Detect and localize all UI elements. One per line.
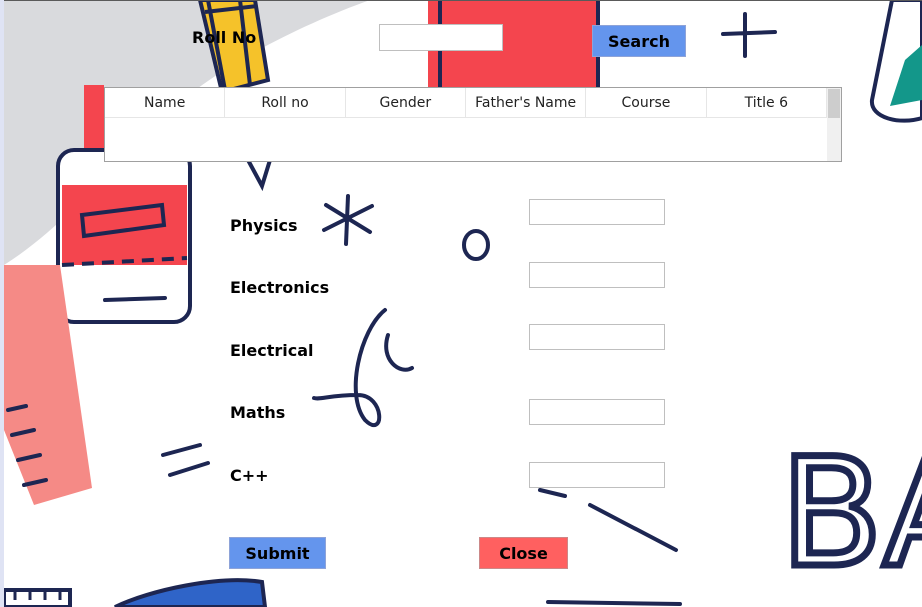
bottom-line-shape [546,600,682,606]
red-strip-shape [84,85,104,148]
physics-marks-input[interactable] [529,199,665,225]
plus-shape [721,12,777,58]
curl-shape [312,308,414,428]
decor-letters: BA [780,427,922,601]
electronics-marks-input[interactable] [529,262,665,288]
grid-vertical-scrollbar[interactable] [827,88,841,161]
close-button[interactable]: Close [479,537,568,569]
column-header-title-6[interactable]: Title 6 [706,88,827,118]
triangle-squiggle-shape [246,158,272,192]
column-header-fathers-name[interactable]: Father's Name [465,88,587,118]
asterisk-shape [322,194,374,246]
scrollbar-thumb[interactable] [828,89,840,118]
column-header-gender[interactable]: Gender [345,88,466,118]
maths-label: Maths [230,403,286,422]
bottle-shape [56,148,192,324]
electrical-marks-input[interactable] [529,324,665,350]
bottom-blue-shape [114,578,268,607]
cpp-marks-input[interactable] [529,462,665,488]
electrical-label: Electrical [230,341,314,360]
electronics-label: Electronics [230,278,330,297]
cpp-label: C++ [230,466,269,485]
circle-shape [462,229,490,261]
physics-label: Physics [230,216,298,235]
window-left-border [0,0,4,607]
column-header-course[interactable]: Course [586,88,707,118]
roll-no-label: Roll No [192,28,257,47]
column-header-name[interactable]: Name [105,88,226,118]
dash-lines-shape [161,443,210,477]
student-data-grid[interactable]: Name Roll no Gender Father's Name Course… [104,87,842,162]
column-header-roll-no[interactable]: Roll no [225,88,346,118]
roll-no-input[interactable] [379,24,503,51]
search-button[interactable]: Search [592,25,686,57]
submit-button[interactable]: Submit [229,537,326,569]
window-top-border [0,0,922,1]
grid-header-row: Name Roll no Gender Father's Name Course… [105,88,827,118]
maths-marks-input[interactable] [529,399,665,425]
